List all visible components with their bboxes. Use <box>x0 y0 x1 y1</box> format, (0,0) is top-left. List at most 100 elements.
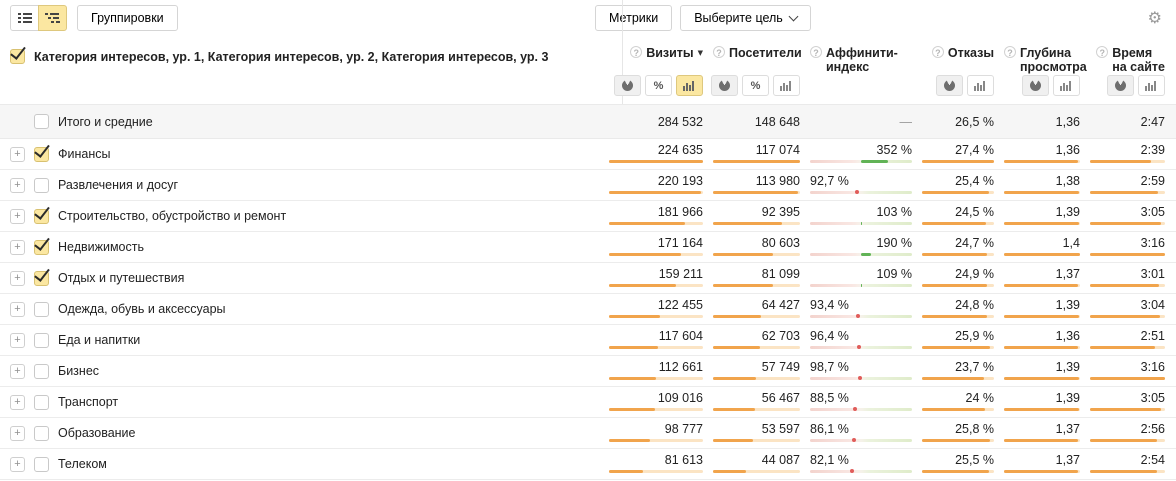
bounce-pie-toggle[interactable] <box>936 75 963 96</box>
expand-row-button[interactable]: + <box>10 395 25 410</box>
view-toggle <box>10 5 67 31</box>
affinity-cell: 86,1 % <box>810 418 912 448</box>
affinity-cell: 103 % <box>810 201 912 231</box>
help-icon[interactable]: ? <box>810 46 822 58</box>
pie-chart-icon <box>944 80 955 91</box>
category-label: Недвижимость <box>58 240 144 254</box>
totals-checkbox[interactable] <box>34 114 49 129</box>
depth-cell: 1,36 <box>1004 139 1080 169</box>
depth-cell: 1,36 <box>1004 325 1080 355</box>
time-cell: 2:59 <box>1090 170 1165 200</box>
goal-selector-button[interactable]: Выберите цель <box>680 5 811 31</box>
visitors-cell: 117 074 <box>713 139 800 169</box>
visits-bars-toggle[interactable] <box>676 75 703 96</box>
table-row: + Телеком 81 613 44 087 82,1 % 25,5 % 1,… <box>0 449 1176 480</box>
table-row: + Одежда, обувь и аксессуары 122 455 64 … <box>0 294 1176 325</box>
column-header-depth[interactable]: ?Глубинапросмотра <box>1004 36 1080 104</box>
expand-row-button[interactable]: + <box>10 333 25 348</box>
bounce-cell: 25,5 % <box>922 449 994 479</box>
time-cell: 3:01 <box>1090 263 1165 293</box>
row-checkbox[interactable] <box>34 333 49 348</box>
list-view-button[interactable] <box>10 5 39 31</box>
gear-icon[interactable]: ⚙ <box>1148 10 1162 26</box>
expand-row-button[interactable]: + <box>10 302 25 317</box>
percent-icon: % <box>654 80 664 92</box>
affinity-cell: 96,4 % <box>810 325 912 355</box>
depth-bars-toggle[interactable] <box>1053 75 1080 96</box>
bar-chart-icon <box>683 80 696 91</box>
row-checkbox[interactable] <box>34 209 49 224</box>
row-checkbox[interactable] <box>34 240 49 255</box>
depth-cell: 1,39 <box>1004 294 1080 324</box>
category-label: Бизнес <box>58 364 99 378</box>
visitors-cell: 53 597 <box>713 418 800 448</box>
visits-percent-toggle[interactable]: % <box>645 75 672 96</box>
pie-chart-icon <box>1030 80 1041 91</box>
chevron-down-icon <box>788 12 798 22</box>
row-checkbox[interactable] <box>34 147 49 162</box>
visitors-pie-toggle[interactable] <box>711 75 738 96</box>
table-row: + Еда и напитки 117 604 62 703 96,4 % 25… <box>0 325 1176 356</box>
bounce-cell: 24,8 % <box>922 294 994 324</box>
bounce-cell: 24,7 % <box>922 232 994 262</box>
row-checkbox[interactable] <box>34 395 49 410</box>
time-bars-toggle[interactable] <box>1138 75 1165 96</box>
expand-row-button[interactable]: + <box>10 147 25 162</box>
row-checkbox[interactable] <box>34 178 49 193</box>
expand-row-button[interactable]: + <box>10 271 25 286</box>
visitors-percent-toggle[interactable]: % <box>742 75 769 96</box>
help-icon[interactable]: ? <box>1004 46 1016 58</box>
bounce-bars-toggle[interactable] <box>967 75 994 96</box>
row-checkbox[interactable] <box>34 364 49 379</box>
metrics-button[interactable]: Метрики <box>595 5 672 31</box>
column-header-time[interactable]: ?Времяна сайте <box>1090 36 1165 104</box>
dimension-checkbox[interactable] <box>10 49 25 64</box>
time-cell: 2:56 <box>1090 418 1165 448</box>
help-icon[interactable]: ? <box>713 46 725 58</box>
bounce-cell: 27,4 % <box>922 139 994 169</box>
expand-row-button[interactable]: + <box>10 426 25 441</box>
depth-cell: 1,38 <box>1004 170 1080 200</box>
depth-cell: 1,37 <box>1004 449 1080 479</box>
depth-cell: 1,4 <box>1004 232 1080 262</box>
groupings-button[interactable]: Группировки <box>77 5 178 31</box>
table-row: + Транспорт 109 016 56 467 88,5 % 24 % 1… <box>0 387 1176 418</box>
totals-visitors: 148 648 <box>713 115 800 129</box>
expand-row-button[interactable]: + <box>10 240 25 255</box>
table-row: + Финансы 224 635 117 074 352 % 27,4 % 1… <box>0 139 1176 170</box>
expand-row-button[interactable]: + <box>10 178 25 193</box>
row-checkbox[interactable] <box>34 271 49 286</box>
expand-row-button[interactable]: + <box>10 209 25 224</box>
visitors-bars-toggle[interactable] <box>773 75 800 96</box>
column-header-visits[interactable]: ?Визиты▼ % <box>609 36 703 104</box>
time-cell: 2:54 <box>1090 449 1165 479</box>
help-icon[interactable]: ? <box>932 46 944 58</box>
bounce-cell: 25,4 % <box>922 170 994 200</box>
sort-desc-icon: ▼ <box>698 49 703 57</box>
bounce-cell: 25,9 % <box>922 325 994 355</box>
column-header-bounce[interactable]: ?Отказы <box>922 36 994 104</box>
visits-pie-toggle[interactable] <box>614 75 641 96</box>
expand-row-button[interactable]: + <box>10 457 25 472</box>
depth-pie-toggle[interactable] <box>1022 75 1049 96</box>
category-label: Отдых и путешествия <box>58 271 184 285</box>
totals-time: 2:47 <box>1090 115 1165 129</box>
time-cell: 3:05 <box>1090 387 1165 417</box>
help-icon[interactable]: ? <box>630 46 642 58</box>
depth-cell: 1,37 <box>1004 263 1080 293</box>
time-cell: 3:16 <box>1090 356 1165 386</box>
table-row: + Развлечения и досуг 220 193 113 980 92… <box>0 170 1176 201</box>
visits-cell: 98 777 <box>609 418 703 448</box>
row-checkbox[interactable] <box>34 426 49 441</box>
list-view-icon <box>18 12 32 24</box>
column-header-visitors[interactable]: ?Посетители % <box>713 36 800 104</box>
help-icon[interactable]: ? <box>1096 46 1108 58</box>
category-label: Транспорт <box>58 395 118 409</box>
time-pie-toggle[interactable] <box>1107 75 1134 96</box>
toolbar: Группировки Метрики Выберите цель ⚙ <box>0 0 1176 36</box>
row-checkbox[interactable] <box>34 302 49 317</box>
tree-view-button[interactable] <box>38 5 67 31</box>
expand-row-button[interactable]: + <box>10 364 25 379</box>
row-checkbox[interactable] <box>34 457 49 472</box>
column-header-affinity[interactable]: ?Аффинити-индекс <box>810 36 912 104</box>
